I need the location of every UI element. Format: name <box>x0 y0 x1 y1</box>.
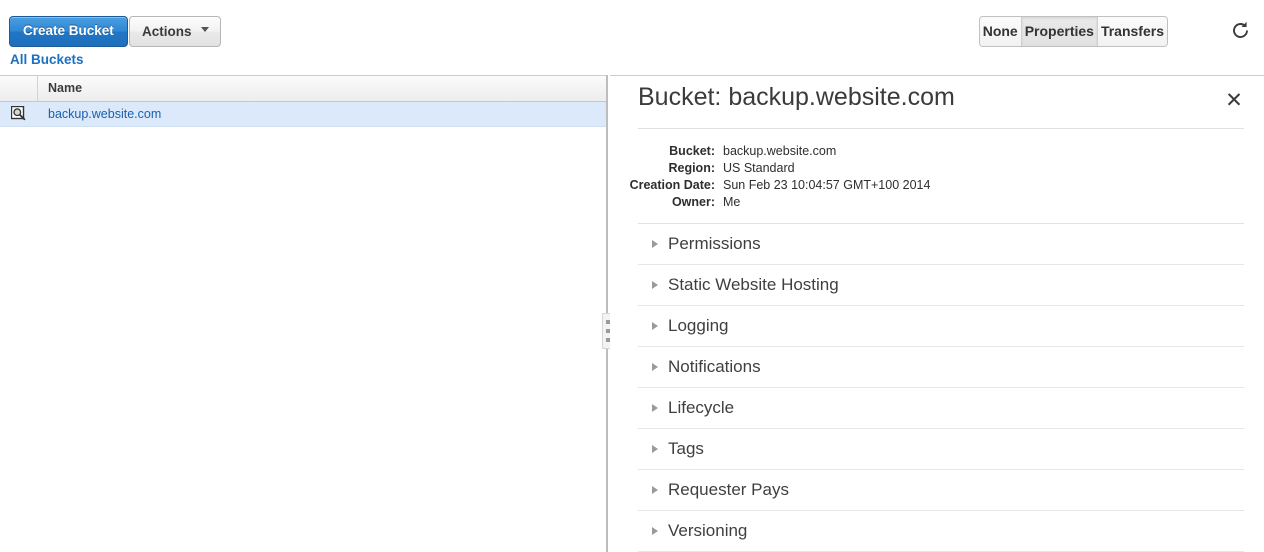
section-static-website-hosting[interactable]: Static Website Hosting <box>638 265 1244 306</box>
metadata-value: Sun Feb 23 10:04:57 GMT+100 2014 <box>723 178 931 192</box>
metadata-label: Region: <box>668 161 715 175</box>
page-title: Bucket: backup.website.com <box>638 83 955 111</box>
section-permissions[interactable]: Permissions <box>638 224 1244 265</box>
magnifier-bucket-icon <box>11 106 26 121</box>
bucket-name-link[interactable]: backup.website.com <box>38 107 607 121</box>
details-panel-header: Bucket: backup.website.com ✕ <box>610 76 1264 128</box>
actions-label: Actions <box>142 24 192 39</box>
chevron-right-icon <box>650 526 660 536</box>
toolbar: Create Bucket Actions None Properties Tr… <box>0 0 1264 50</box>
section-requester-pays[interactable]: Requester Pays <box>638 470 1244 511</box>
section-label: Logging <box>668 316 729 335</box>
section-label: Notifications <box>668 357 761 376</box>
section-label: Requester Pays <box>668 480 789 499</box>
metadata-row-owner: Owner: Me <box>610 194 1264 211</box>
refresh-icon <box>1232 21 1248 38</box>
metadata-value: Me <box>723 195 741 209</box>
column-header-icon <box>0 76 38 101</box>
segment-transfers[interactable]: Transfers <box>1097 17 1167 46</box>
metadata-row-creation-date: Creation Date: Sun Feb 23 10:04:57 GMT+1… <box>610 177 1264 194</box>
section-tags[interactable]: Tags <box>638 429 1244 470</box>
section-label: Permissions <box>668 234 761 253</box>
bucket-metadata-list: Bucket: backup.website.com Region: US St… <box>610 129 1264 223</box>
close-icon: ✕ <box>1225 88 1243 112</box>
section-label: Lifecycle <box>668 398 735 417</box>
refresh-button[interactable] <box>1224 14 1256 46</box>
metadata-value: backup.website.com <box>723 144 837 158</box>
chevron-right-icon <box>650 444 660 454</box>
chevron-right-icon <box>650 280 660 290</box>
section-label: Versioning <box>668 521 748 540</box>
section-notifications[interactable]: Notifications <box>638 347 1244 388</box>
column-header-name[interactable]: Name <box>38 76 607 101</box>
chevron-right-icon <box>650 239 660 249</box>
metadata-row-bucket: Bucket: backup.website.com <box>610 143 1264 160</box>
section-label: Tags <box>668 439 704 458</box>
bucket-list-panel: Name backup.website.com <box>0 75 607 552</box>
segment-none[interactable]: None <box>979 17 1022 46</box>
s3-bucket-browser-window: Create Bucket Actions None Properties Tr… <box>0 0 1264 552</box>
metadata-label: Creation Date: <box>629 178 715 192</box>
breadcrumb-all-buckets[interactable]: All Buckets <box>10 52 84 67</box>
create-bucket-button[interactable]: Create Bucket <box>9 16 128 47</box>
metadata-value: US Standard <box>723 161 795 175</box>
chevron-down-icon <box>200 26 210 35</box>
bucket-icon-cell <box>0 106 38 122</box>
panel-mode-segmented-control[interactable]: None Properties Transfers <box>978 16 1168 47</box>
chevron-right-icon <box>650 403 660 413</box>
metadata-row-region: Region: US Standard <box>610 160 1264 177</box>
section-label: Static Website Hosting <box>668 275 839 294</box>
metadata-label: Owner: <box>671 195 715 209</box>
section-versioning[interactable]: Versioning <box>638 511 1244 552</box>
section-logging[interactable]: Logging <box>638 306 1244 347</box>
close-button[interactable]: ✕ <box>1221 87 1247 113</box>
actions-dropdown-button[interactable]: Actions <box>129 16 221 47</box>
metadata-label: Bucket: <box>669 144 715 158</box>
panel-splitter[interactable] <box>602 75 614 552</box>
chevron-right-icon <box>650 362 660 372</box>
chevron-right-icon <box>650 321 660 331</box>
bucket-details-panel: Bucket: backup.website.com ✕ Bucket: bac… <box>610 75 1264 552</box>
section-lifecycle[interactable]: Lifecycle <box>638 388 1244 429</box>
property-sections: Permissions Static Website Hosting Loggi… <box>638 223 1244 552</box>
chevron-right-icon <box>650 485 660 495</box>
segment-properties[interactable]: Properties <box>1021 17 1098 46</box>
bucket-table-header: Name <box>0 76 607 102</box>
table-row[interactable]: backup.website.com <box>0 102 607 127</box>
